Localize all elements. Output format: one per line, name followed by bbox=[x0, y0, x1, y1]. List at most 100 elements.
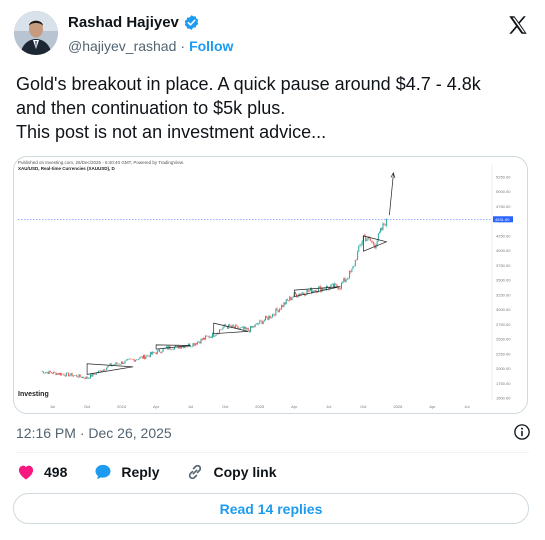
candle-body bbox=[203, 337, 205, 340]
candle-body bbox=[289, 296, 291, 301]
x-logo-icon[interactable] bbox=[507, 14, 529, 36]
action-bar: 498 Reply Copy link bbox=[16, 462, 303, 482]
candle-body bbox=[45, 372, 47, 373]
candle-body bbox=[116, 362, 118, 365]
y-tick-label: 1500.00 bbox=[496, 396, 511, 401]
candle-body bbox=[78, 374, 80, 378]
candle-body bbox=[331, 283, 333, 285]
reply-button[interactable]: Reply bbox=[93, 462, 159, 482]
candle-body bbox=[202, 337, 204, 340]
candle-body bbox=[370, 240, 372, 242]
candle-body bbox=[307, 289, 309, 292]
arrow-line bbox=[389, 173, 394, 216]
candle-body bbox=[222, 327, 224, 330]
candle-body bbox=[57, 373, 59, 375]
candle-body bbox=[64, 375, 66, 377]
avatar-photo-icon bbox=[14, 11, 58, 55]
candle-body bbox=[184, 346, 186, 349]
candle-body bbox=[308, 290, 310, 292]
candle-body bbox=[275, 308, 277, 316]
heart-icon bbox=[18, 465, 34, 480]
x-tick-label: Oct bbox=[84, 404, 91, 409]
candle-body bbox=[76, 374, 78, 377]
candle-body bbox=[361, 240, 363, 245]
candle-body bbox=[259, 320, 261, 324]
tweet-line-1: Gold's breakout in place. A quick pause … bbox=[16, 74, 481, 94]
candle-body bbox=[87, 377, 89, 379]
like-button[interactable]: 498 bbox=[16, 462, 67, 482]
avatar[interactable] bbox=[14, 11, 58, 55]
candle-body bbox=[79, 374, 81, 377]
candle-body bbox=[278, 308, 280, 313]
candle-body bbox=[301, 292, 303, 294]
candle-body bbox=[360, 244, 362, 246]
candle-body bbox=[269, 315, 271, 319]
candle-body bbox=[261, 320, 263, 325]
candle-body bbox=[227, 326, 229, 329]
candle-body bbox=[262, 321, 264, 325]
tweet-timestamp[interactable]: 12:16 PM · Dec 26, 2025 bbox=[16, 425, 172, 441]
candle-body bbox=[138, 358, 140, 360]
candle-body bbox=[115, 362, 117, 365]
candle-body bbox=[343, 278, 345, 283]
candle-body bbox=[229, 324, 231, 326]
tweet-line-2: and then continuation to $5k plus. bbox=[16, 98, 286, 118]
handle-separator: · bbox=[180, 38, 186, 54]
candle-body bbox=[296, 294, 298, 298]
candle-body bbox=[376, 240, 378, 246]
read-replies-button[interactable]: Read 14 replies bbox=[13, 493, 529, 524]
candle-body bbox=[263, 320, 265, 322]
candle-body bbox=[68, 372, 70, 377]
candle-body bbox=[161, 351, 163, 353]
candle-body bbox=[330, 284, 332, 287]
tweet-line-3: This post is not an investment advice... bbox=[16, 122, 327, 142]
tweet-text: Gold's breakout in place. A quick pause … bbox=[16, 72, 531, 144]
reply-label: Reply bbox=[121, 464, 160, 480]
candle-body bbox=[250, 326, 252, 332]
x-tick-label: Jul bbox=[50, 404, 55, 409]
candle-body bbox=[86, 376, 88, 379]
candle-body bbox=[90, 374, 92, 379]
candle-body bbox=[193, 343, 195, 346]
candle-body bbox=[237, 325, 239, 329]
candle-body bbox=[162, 348, 164, 352]
chart-image[interactable]: 5250.005000.004750.004500.004250.004000.… bbox=[13, 156, 528, 414]
candle-body bbox=[345, 279, 347, 282]
candle-body bbox=[286, 299, 288, 301]
candle-body bbox=[252, 326, 254, 328]
candle-body bbox=[319, 286, 321, 288]
author-handle[interactable]: @hajiyev_rashad bbox=[68, 38, 176, 54]
candle-body bbox=[373, 241, 375, 245]
candle-body bbox=[290, 296, 292, 301]
candle-body bbox=[160, 352, 162, 353]
candle-body bbox=[55, 372, 57, 375]
tweet-card: Rashad Hajiyev @hajiyev_rashad · Follow … bbox=[0, 0, 545, 540]
candle-body bbox=[52, 373, 54, 374]
triangle-pattern bbox=[155, 344, 191, 350]
candle-body bbox=[84, 377, 86, 379]
timestamp-separator: · bbox=[79, 425, 85, 441]
candle-body bbox=[350, 270, 352, 272]
investing-logo: Investing bbox=[18, 391, 49, 398]
y-tick-label: 2000.00 bbox=[496, 366, 511, 371]
candle-body bbox=[124, 360, 126, 364]
link-icon bbox=[189, 464, 202, 480]
info-icon[interactable] bbox=[513, 423, 531, 441]
candle-body bbox=[276, 308, 278, 311]
candle-body bbox=[107, 366, 109, 368]
candle-body bbox=[381, 228, 383, 230]
candle-body bbox=[157, 349, 159, 351]
candle-body bbox=[121, 361, 123, 365]
candle-body bbox=[384, 224, 386, 226]
candle-body bbox=[208, 336, 210, 338]
author-name[interactable]: Rashad Hajiyev bbox=[68, 14, 179, 31]
candle-body bbox=[214, 335, 216, 337]
follow-button[interactable]: Follow bbox=[189, 38, 233, 54]
candle-body bbox=[81, 376, 83, 378]
chart-header: Published on Investing.com, 26/Dec/2025 … bbox=[18, 160, 184, 172]
x-tick-label: 2024 bbox=[117, 404, 127, 409]
candle-body bbox=[85, 376, 87, 379]
tweet-date: Dec 26, 2025 bbox=[88, 425, 172, 441]
candle-body bbox=[209, 336, 211, 338]
copy-link-button[interactable]: Copy link bbox=[185, 462, 277, 482]
